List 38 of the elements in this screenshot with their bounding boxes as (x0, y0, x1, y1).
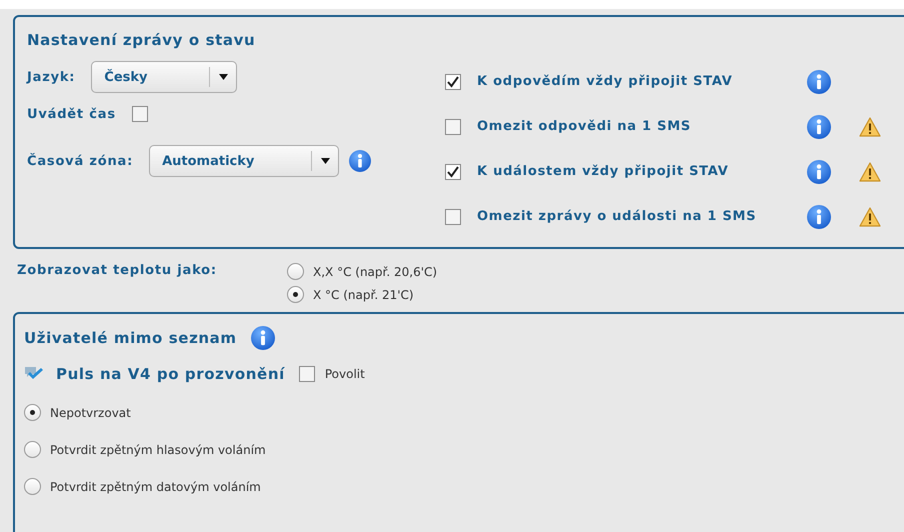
field-label: Časová zóna: (27, 154, 134, 168)
radio-button[interactable] (287, 286, 304, 303)
info-icon[interactable] (807, 204, 831, 228)
info-icon[interactable] (807, 114, 831, 138)
radio-label: X,X °C (např. 20,6'C) (313, 264, 438, 278)
radio-button[interactable] (287, 263, 304, 280)
info-icon[interactable] (250, 326, 275, 350)
field-label: Uvádět čas (27, 106, 116, 122)
caret-icon (321, 158, 330, 164)
field-label: Zobrazovat teplotu jako: (17, 263, 218, 280)
panel-title: Uživatelé mimo seznam (24, 329, 237, 347)
field-label: Jazyk: (27, 70, 76, 84)
checkbox[interactable] (445, 118, 461, 134)
option-label: Omezit odpovědi na 1 SMS (477, 119, 692, 134)
checkbox-label: Povolit (324, 367, 365, 381)
radio-button[interactable] (24, 404, 41, 421)
option-label: K odpovědím vždy připojit STAV (477, 74, 734, 89)
checkbox[interactable] (445, 164, 461, 180)
info-icon[interactable] (807, 70, 831, 94)
radio-button[interactable] (24, 478, 41, 495)
radio-label: Potvrdit zpětným datovým voláním (50, 480, 261, 494)
option-label: Omezit zprávy o události na 1 SMS (477, 209, 758, 224)
info-icon[interactable] (807, 160, 831, 184)
option-label: K událostem vždy připojit STAV (477, 164, 730, 179)
info-icon[interactable] (349, 150, 372, 172)
radio-label: Nepotvrzovat (50, 406, 131, 420)
checkbox[interactable] (445, 208, 461, 224)
language-dropdown[interactable]: Česky (91, 61, 238, 93)
radio-button[interactable] (24, 441, 41, 458)
checkbox[interactable] (132, 106, 148, 122)
timezone-dropdown[interactable]: Automaticky (149, 145, 340, 177)
checkbox[interactable] (445, 74, 461, 90)
section-title: Puls na V4 po prozvonění (56, 365, 285, 383)
panel-title: Nastavení zprávy o stavu (27, 31, 256, 49)
radio-label: X °C (např. 21'C) (313, 288, 414, 302)
caret-icon (219, 74, 228, 80)
radio-label: Potvrdit zpětným hlasovým voláním (50, 442, 266, 456)
checkbox[interactable] (298, 366, 315, 382)
